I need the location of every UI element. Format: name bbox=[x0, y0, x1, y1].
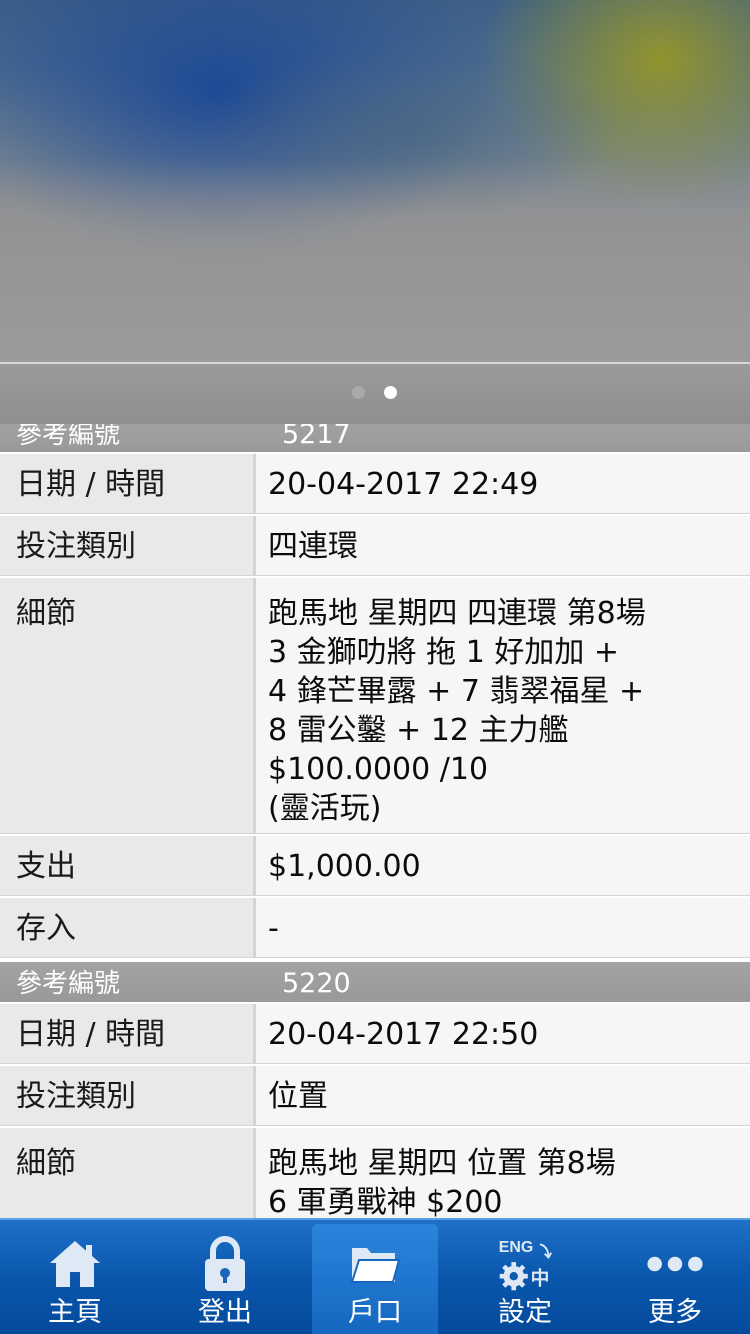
details-line: $100.0000 /10 bbox=[268, 752, 489, 787]
payout-label: 支出 bbox=[0, 836, 256, 896]
tab-logout[interactable]: 登出 bbox=[150, 1220, 300, 1334]
details-value: 跑馬地 星期四 四連環 第8場 3 金獅叻將 拖 1 好加加 + 4 鋒芒畢露 … bbox=[256, 578, 750, 834]
icon-chinese-text: 中 bbox=[531, 1267, 550, 1290]
details-line: (靈活玩) bbox=[268, 791, 382, 826]
record-row-details: 細節 跑馬地 星期四 四連環 第8場 3 金獅叻將 拖 1 好加加 + 4 鋒芒… bbox=[0, 576, 750, 834]
details-line: 3 金獅叻將 拖 1 好加加 + bbox=[268, 635, 619, 670]
home-icon bbox=[45, 1234, 105, 1294]
tab-more-label: 更多 bbox=[648, 1297, 702, 1328]
record-row-datetime: 日期 / 時間 20-04-2017 22:49 bbox=[0, 452, 750, 514]
ref-number-value: 5220 bbox=[282, 968, 351, 999]
deposit-label: 存入 bbox=[0, 898, 256, 958]
tab-settings-label: 設定 bbox=[498, 1297, 552, 1328]
payout-value: $1,000.00 bbox=[256, 836, 750, 896]
details-line: 8 雷公鑿 + 12 主力艦 bbox=[268, 713, 569, 748]
details-line: 6 軍勇戰神 $200 bbox=[268, 1185, 503, 1218]
bet-type-label: 投注類別 bbox=[0, 516, 256, 576]
tab-settings[interactable]: ENG 中 設定 bbox=[450, 1220, 600, 1334]
icon-eng-text: ENG bbox=[499, 1239, 534, 1256]
deposit-value: - bbox=[256, 898, 750, 958]
ref-number-label: 參考編號 bbox=[16, 424, 121, 450]
details-line: 跑馬地 星期四 四連環 第8場 bbox=[268, 596, 646, 631]
promo-banner[interactable] bbox=[0, 0, 750, 362]
carousel-dot-1[interactable] bbox=[352, 386, 365, 399]
ref-number-value: 5217 bbox=[282, 424, 351, 450]
bet-type-label: 投注類別 bbox=[0, 1066, 256, 1126]
record-row-deposit: 存入 - bbox=[0, 896, 750, 958]
carousel-indicator-strip bbox=[0, 364, 750, 424]
carousel-dot-2-active[interactable] bbox=[384, 386, 397, 399]
tab-account[interactable]: 戶口 bbox=[312, 1224, 438, 1334]
record-row-datetime: 日期 / 時間 20-04-2017 22:50 bbox=[0, 1002, 750, 1064]
transaction-records-list[interactable]: 參考編號 5217 日期 / 時間 20-04-2017 22:49 投注類別 … bbox=[0, 424, 750, 1218]
tab-more[interactable]: 更多 bbox=[600, 1220, 750, 1334]
details-label: 細節 bbox=[0, 578, 256, 834]
tab-logout-label: 登出 bbox=[198, 1297, 252, 1328]
tab-account-label: 戶口 bbox=[348, 1297, 402, 1328]
banner-image-haze bbox=[0, 160, 750, 362]
bet-type-value: 位置 bbox=[256, 1066, 750, 1126]
datetime-value: 20-04-2017 22:49 bbox=[256, 454, 750, 514]
record-header: 參考編號 5217 bbox=[0, 424, 750, 452]
record-row-bet-type: 投注類別 四連環 bbox=[0, 514, 750, 576]
folder-icon bbox=[345, 1234, 405, 1294]
bet-type-value: 四連環 bbox=[256, 516, 750, 576]
tab-home-label: 主頁 bbox=[48, 1297, 102, 1328]
bottom-tab-bar: 主頁 登出 戶口 ENG 中 設定 更多 bbox=[0, 1218, 750, 1334]
datetime-label: 日期 / 時間 bbox=[0, 454, 256, 514]
record-row-bet-type: 投注類別 位置 bbox=[0, 1064, 750, 1126]
padlock-icon bbox=[195, 1234, 255, 1294]
details-value: 跑馬地 星期四 位置 第8場 6 軍勇戰神 $200 bbox=[256, 1128, 750, 1218]
settings-language-icon: ENG 中 bbox=[495, 1234, 555, 1294]
record-row-payout: 支出 $1,000.00 bbox=[0, 834, 750, 896]
datetime-value: 20-04-2017 22:50 bbox=[256, 1004, 750, 1064]
details-label: 細節 bbox=[0, 1128, 256, 1218]
details-line: 跑馬地 星期四 位置 第8場 bbox=[268, 1146, 616, 1181]
tab-home[interactable]: 主頁 bbox=[0, 1220, 150, 1334]
ref-number-label: 參考編號 bbox=[16, 969, 121, 999]
record-row-details: 細節 跑馬地 星期四 位置 第8場 6 軍勇戰神 $200 bbox=[0, 1126, 750, 1218]
record-header: 參考編號 5220 bbox=[0, 962, 750, 1002]
details-line: 4 鋒芒畢露 + 7 翡翠福星 + bbox=[268, 674, 645, 709]
more-dots-icon bbox=[645, 1234, 705, 1294]
datetime-label: 日期 / 時間 bbox=[0, 1004, 256, 1064]
